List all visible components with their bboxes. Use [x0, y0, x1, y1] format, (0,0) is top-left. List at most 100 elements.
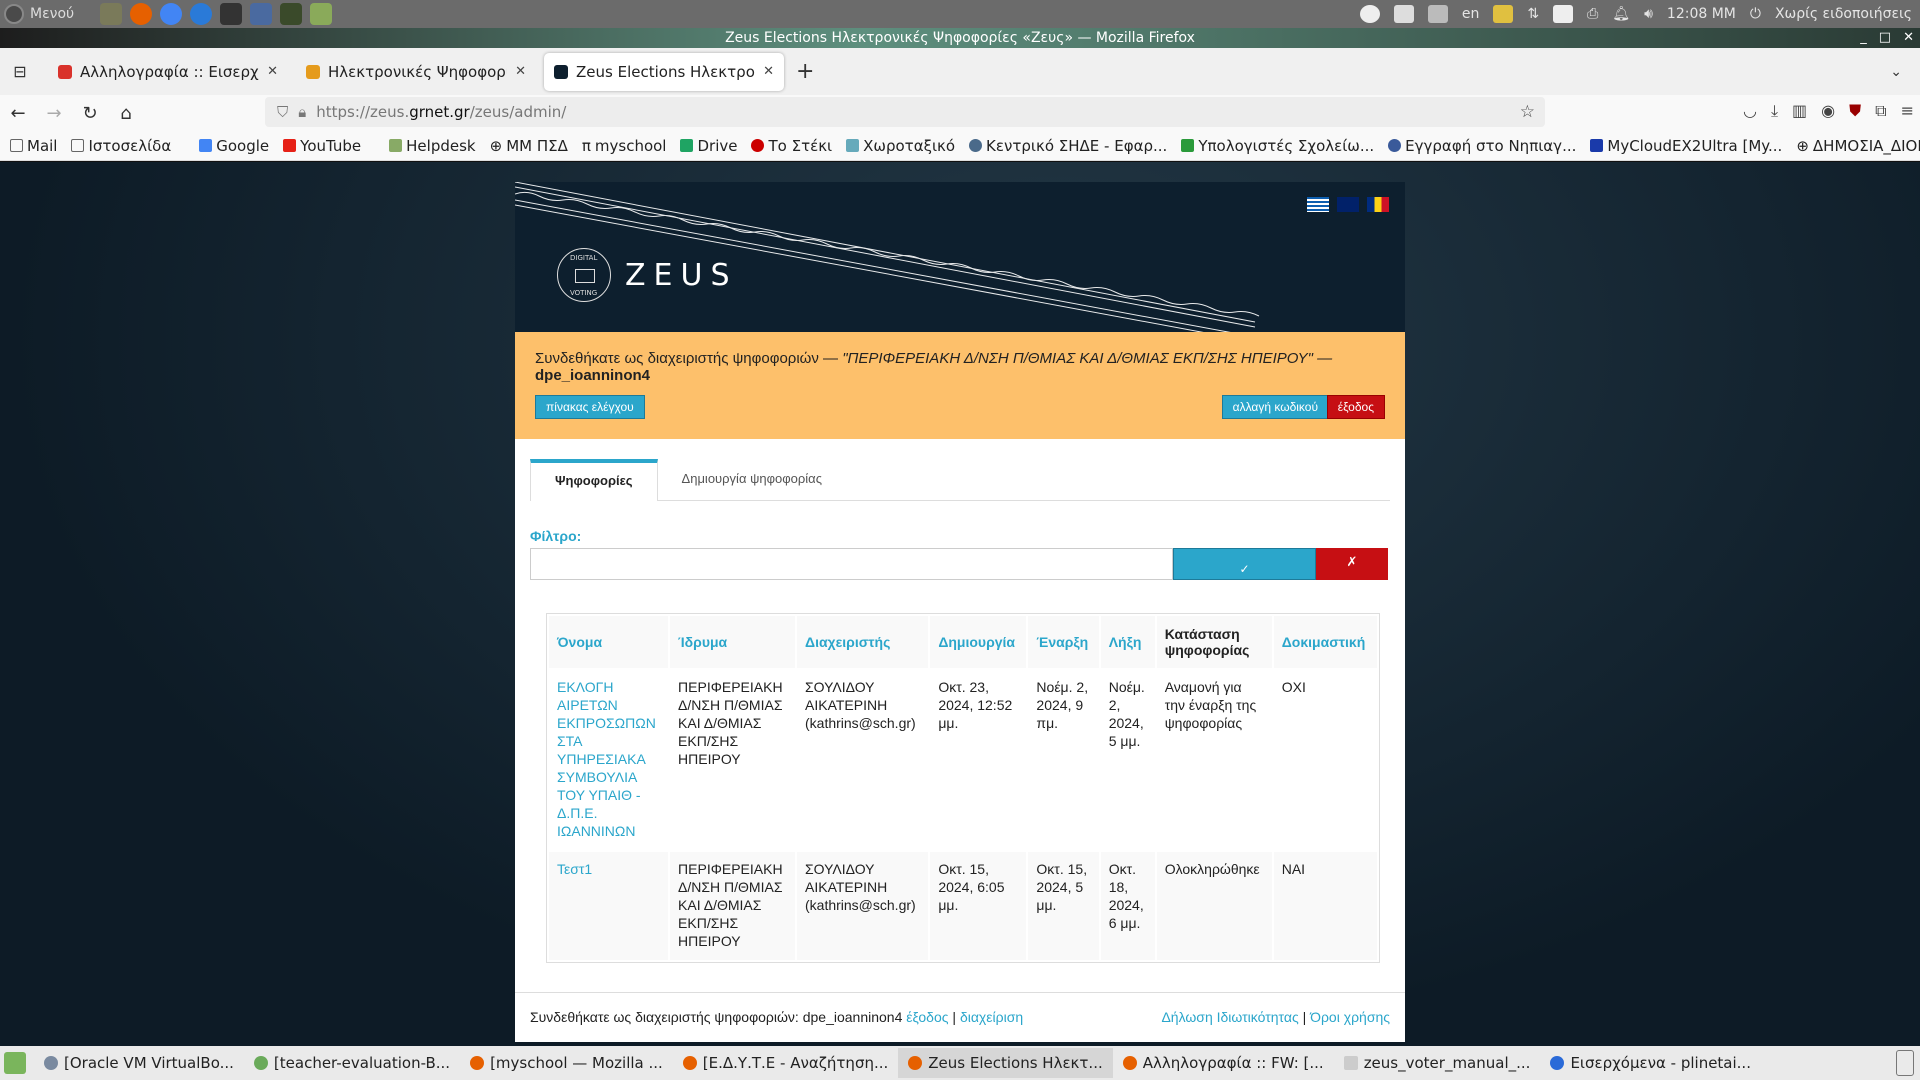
bookmark-item[interactable]: MyCloudEX2Ultra [My... — [1590, 137, 1782, 155]
screen-icon[interactable] — [1553, 5, 1574, 23]
close-tab-icon[interactable]: ✕ — [267, 64, 278, 79]
new-tab-icon[interactable]: + — [796, 59, 814, 84]
close-tab-icon[interactable]: ✕ — [515, 64, 526, 79]
lock-icon[interactable]: 🔒︎ — [298, 103, 306, 121]
taskbar-item-active[interactable]: Zeus Elections Ηλεκτ... — [898, 1048, 1113, 1078]
terminal-launcher-icon[interactable] — [220, 3, 242, 25]
bookmark-item[interactable]: Helpdesk — [389, 137, 476, 155]
show-desktop-icon[interactable] — [4, 1052, 26, 1074]
notifications-status[interactable]: Χωρίς ειδοποιήσεις — [1775, 6, 1912, 22]
url-bar[interactable]: ⛉ 🔒︎ https://zeus.grnet.gr/zeus/admin/ ☆ — [265, 97, 1545, 127]
clock[interactable]: 12:08 ΜΜ — [1667, 6, 1736, 22]
col-created[interactable]: Δημιουργία — [930, 616, 1027, 668]
keyboard-layout[interactable]: en — [1462, 6, 1480, 22]
footer-logout-link[interactable]: έξοδος — [906, 1009, 948, 1025]
footer-admin-link[interactable]: διαχείριση — [960, 1009, 1023, 1025]
taskbar-item[interactable]: Αλληλογραφία :: FW: [... — [1113, 1048, 1334, 1078]
trash-icon[interactable] — [1896, 1050, 1914, 1076]
col-name[interactable]: Όνομα — [549, 616, 669, 668]
bookmark-item[interactable]: Το Στέκι — [751, 137, 832, 155]
printer-icon[interactable]: ⎙ — [1587, 6, 1598, 22]
change-password-button[interactable]: αλλαγή κωδικού — [1221, 395, 1329, 419]
col-end[interactable]: Λήξη — [1100, 616, 1155, 668]
logout-button[interactable]: έξοδος — [1326, 395, 1385, 419]
display-icon[interactable] — [1493, 5, 1514, 23]
filter-clear-button[interactable]: ✗ — [1316, 548, 1388, 580]
taskbar-item[interactable]: [myschool — Mozilla ... — [460, 1048, 673, 1078]
bookmark-item[interactable]: Χωροταξικό — [846, 137, 955, 155]
url-text[interactable]: https://zeus.grnet.gr/zeus/admin/ — [316, 103, 566, 121]
bookmark-item[interactable]: Drive — [680, 137, 737, 155]
election-link[interactable]: ΕΚΛΟΓΗ ΑΙΡΕΤΩΝ ΕΚΠΡΟΣΩΠΩΝ ΣΤΑ ΥΠΗΡΕΣΙΑΚΑ… — [557, 679, 656, 839]
dashboard-button[interactable]: πίνακας ελέγχου — [535, 395, 645, 419]
skype-icon[interactable] — [1359, 5, 1380, 23]
uk-flag-icon[interactable] — [1337, 197, 1359, 212]
col-admin[interactable]: Διαχειριστής — [797, 616, 929, 668]
bookmark-item[interactable]: Google — [199, 137, 269, 155]
sidebar-icon[interactable]: ▥ — [1792, 101, 1807, 121]
taskbar-item[interactable]: Εισερχόμενα - plinetai... — [1540, 1048, 1761, 1078]
system-monitor-launcher-icon[interactable] — [280, 3, 302, 25]
ublock-icon[interactable]: ⛊ — [1849, 101, 1861, 121]
app-launcher-icon[interactable] — [310, 3, 332, 25]
taskbar-item[interactable]: zeus_voter_manual_... — [1334, 1048, 1541, 1078]
bookmark-star-icon[interactable]: ☆ — [1520, 102, 1535, 122]
col-start[interactable]: Έναρξη — [1028, 616, 1099, 668]
romanian-flag-icon[interactable] — [1367, 197, 1389, 212]
election-link[interactable]: Τεστ1 — [557, 861, 592, 877]
chevron-down-icon[interactable]: ⌄ — [1890, 64, 1902, 80]
network-icon[interactable]: ⇅ — [1527, 6, 1539, 22]
bookmark-item[interactable]: ⊕ ΜΜ ΠΣΔ — [490, 137, 568, 155]
menu-icon[interactable]: ≡ — [1901, 101, 1914, 121]
bookmark-item[interactable]: Εγγραφή στο Νηπιαγ... — [1388, 137, 1576, 155]
col-trial[interactable]: Δοκιμαστική — [1273, 616, 1377, 668]
volume-icon[interactable]: 🔊︎ — [1644, 6, 1653, 22]
privacy-link[interactable]: Δήλωση Ιδιωτικότητας — [1161, 1009, 1298, 1025]
browser-tab-elections[interactable]: Ηλεκτρονικές Ψηφοφορί ✕ — [296, 53, 536, 91]
tab-elections[interactable]: Ψηφοφορίες — [530, 459, 658, 501]
greek-flag-icon[interactable] — [1307, 197, 1329, 212]
close-window-icon[interactable]: ✕ — [1903, 28, 1914, 48]
tab-list-icon[interactable]: ⊟ — [0, 62, 40, 81]
taskbar-item[interactable]: [Oracle VM VirtualBo... — [34, 1048, 244, 1078]
files-launcher-icon[interactable] — [100, 3, 122, 25]
maximize-icon[interactable]: □ — [1879, 28, 1891, 48]
close-tab-icon[interactable]: ✕ — [763, 64, 774, 79]
shield-icon[interactable]: ⛉ — [277, 103, 288, 121]
filter-input[interactable] — [530, 548, 1173, 580]
browser-tab-mail[interactable]: Αλληλογραφία :: Εισερχό ✕ — [48, 53, 288, 91]
minimize-icon[interactable]: _ — [1860, 28, 1867, 48]
bookmark-item[interactable]: Ιστοσελίδα — [71, 137, 171, 155]
downloads-icon[interactable]: ⤓ — [1771, 101, 1778, 121]
forward-icon[interactable]: → — [36, 103, 72, 124]
bell-icon[interactable]: 🔔︎ — [1612, 6, 1630, 22]
extensions-icon[interactable]: ⧉ — [1875, 101, 1886, 121]
pocket-icon[interactable]: ◡ — [1743, 101, 1757, 121]
clipboard-icon[interactable] — [1427, 5, 1448, 23]
power-icon[interactable]: ⏻ — [1750, 6, 1761, 22]
bookmark-item[interactable]: YouTube — [283, 137, 361, 155]
bookmark-item[interactable]: Mail — [10, 137, 57, 155]
thunderbird-launcher-icon[interactable] — [190, 3, 212, 25]
reload-icon[interactable]: ↻ — [72, 103, 108, 124]
filter-apply-button[interactable]: ✓ — [1173, 548, 1316, 580]
browser-tab-zeus[interactable]: Zeus Elections Ηλεκτρονι ✕ — [544, 52, 784, 91]
terms-link[interactable]: Όροι χρήσης — [1310, 1009, 1390, 1025]
bookmark-item[interactable]: Κεντρικό ΣΗΔΕ - Εφαρ... — [969, 137, 1167, 155]
dropbox-icon[interactable] — [1393, 5, 1414, 23]
back-icon[interactable]: ← — [0, 103, 36, 124]
col-institution[interactable]: Ίδρυμα — [670, 616, 795, 668]
taskbar-item[interactable]: [Ε.Δ.Υ.Τ.Ε - Αναζήτηση... — [673, 1048, 898, 1078]
taskbar-item[interactable]: [teacher-evaluation-B... — [244, 1048, 460, 1078]
home-icon[interactable]: ⌂ — [108, 103, 144, 124]
zeus-logo[interactable]: DIGITAL VOTING ZEUS — [557, 248, 738, 302]
bookmark-item[interactable]: ⊕ΔΗΜΟΣΙΑ_ΔΙΟΙΚΗΣΗ — [1796, 137, 1920, 155]
firefox-launcher-icon[interactable] — [130, 3, 152, 25]
bookmark-item[interactable]: Υπολογιστές Σχολείω... — [1181, 137, 1374, 155]
account-icon[interactable]: ◉ — [1821, 101, 1835, 121]
chrome-launcher-icon[interactable] — [160, 3, 182, 25]
virtualbox-launcher-icon[interactable] — [250, 3, 272, 25]
os-menu-button[interactable]: Μενού — [0, 4, 90, 24]
tab-create-election[interactable]: Δημιουργία ψηφοφορίας — [658, 459, 846, 500]
bookmark-item[interactable]: π myschool — [582, 137, 667, 155]
